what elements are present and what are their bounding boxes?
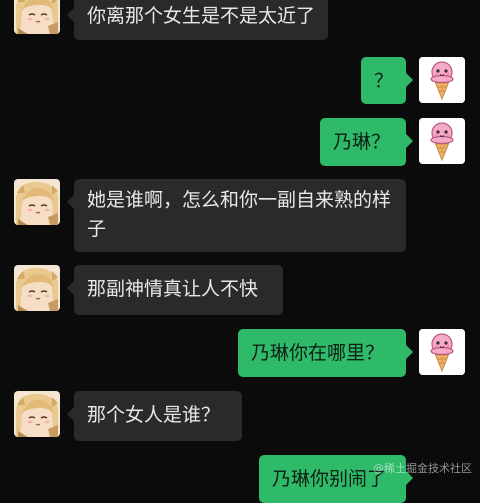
incoming-message-bubble[interactable]: 你离那个女生是不是太近了 bbox=[66, 0, 329, 40]
ice-cream-cone-icon bbox=[419, 57, 465, 103]
my-avatar[interactable] bbox=[419, 57, 465, 103]
contact-avatar[interactable] bbox=[14, 179, 60, 225]
incoming-message-bubble[interactable]: 那副神情真让人不快 bbox=[67, 265, 283, 315]
ice-cream-cone-icon bbox=[419, 329, 465, 375]
my-avatar[interactable] bbox=[419, 118, 465, 164]
anime-girl-avatar-icon bbox=[14, 0, 60, 34]
contact-avatar[interactable] bbox=[14, 391, 60, 437]
incoming-message-bubble[interactable]: 她是谁啊，怎么和你一副自来熟的样子 bbox=[67, 179, 406, 252]
contact-avatar[interactable] bbox=[14, 0, 60, 34]
outgoing-message-bubble[interactable]: ？ bbox=[361, 57, 413, 104]
anime-girl-avatar-icon bbox=[14, 179, 60, 225]
outgoing-message-bubble[interactable]: 乃琳你在哪里？ bbox=[238, 329, 413, 377]
watermark: @稀土掘金技术社区 bbox=[373, 462, 472, 475]
anime-girl-avatar-icon bbox=[14, 265, 60, 311]
my-avatar[interactable] bbox=[419, 329, 465, 375]
incoming-message-bubble[interactable]: 那个女人是谁？ bbox=[67, 391, 242, 441]
contact-avatar[interactable] bbox=[14, 265, 60, 311]
outgoing-message-bubble[interactable]: 乃琳？ bbox=[320, 118, 413, 166]
ice-cream-cone-icon bbox=[419, 118, 465, 164]
anime-girl-avatar-icon bbox=[14, 391, 60, 437]
chat-message-list[interactable]: 你离那个女生是不是太近了 ？ 乃琳？ 她是谁啊，怎么和你一副自来熟的样子 那副神… bbox=[0, 0, 480, 503]
